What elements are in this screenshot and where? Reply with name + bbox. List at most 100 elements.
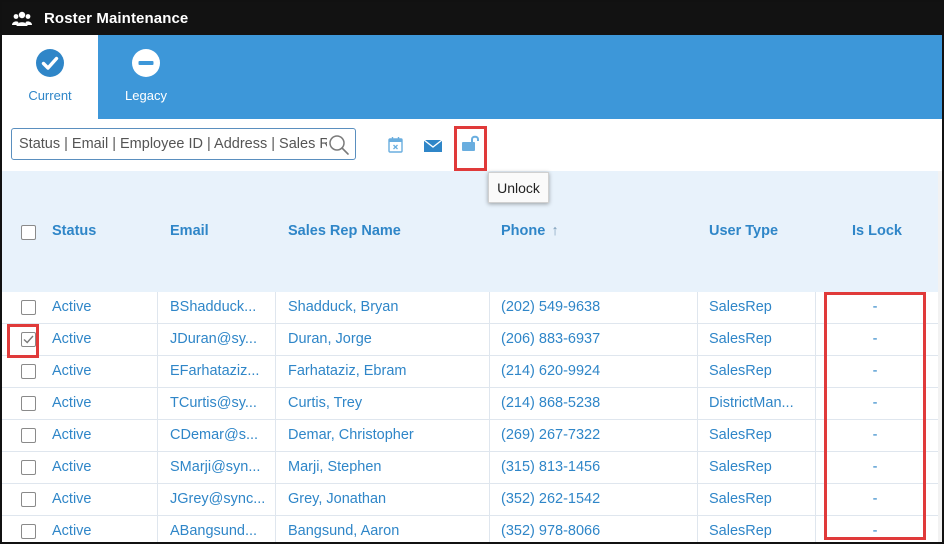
column-divider [815, 516, 816, 542]
search-input[interactable] [19, 136, 327, 152]
column-divider [815, 388, 816, 419]
column-divider [815, 292, 816, 323]
tab-legacy[interactable]: Legacy [98, 35, 194, 119]
column-divider [815, 420, 816, 451]
column-divider [697, 452, 698, 483]
cell-email[interactable]: ABangsund... [170, 516, 270, 542]
cell-user-type: SalesRep [709, 299, 772, 315]
row-checkbox[interactable] [21, 396, 36, 411]
table-row[interactable]: Active BShadduck... Shadduck, Bryan (202) 5… [2, 292, 942, 324]
column-divider [275, 516, 276, 542]
cell-phone: (352) 262-1542 [501, 491, 601, 507]
cell-sales-rep-name[interactable]: Shadduck, Bryan [288, 292, 488, 323]
toolbar [2, 119, 942, 171]
row-checkbox[interactable] [21, 524, 36, 539]
table-row[interactable]: Active ABangsund... Bangsund, Aaron (352) 9… [2, 516, 942, 542]
cell-user-type: SalesRep [709, 523, 772, 539]
tab-current[interactable]: Current [2, 35, 98, 119]
column-header-status[interactable]: Status [52, 223, 96, 239]
tab-legacy-label: Legacy [125, 88, 167, 103]
cell-phone: (352) 978-8066 [501, 523, 601, 539]
cell-email[interactable]: CDemar@s... [170, 420, 270, 451]
column-divider [489, 484, 490, 515]
column-header-sales-rep-name[interactable]: Sales Rep Name [288, 223, 401, 239]
column-divider [275, 452, 276, 483]
row-checkbox[interactable] [21, 428, 36, 443]
cell-status: Active [52, 523, 92, 539]
unlock-tooltip: Unlock [488, 172, 549, 203]
title-bar: Roster Maintenance [2, 2, 942, 35]
vertical-scrollbar[interactable] [938, 171, 942, 542]
cell-phone: (214) 868-5238 [501, 395, 601, 411]
sort-ascending-icon: ↑ [551, 223, 559, 239]
column-divider [489, 420, 490, 451]
column-divider [489, 324, 490, 355]
row-checkbox[interactable] [21, 460, 36, 475]
table-row[interactable]: Active JDuran@sy... Duran, Jorge (206) 883-… [2, 324, 942, 356]
column-divider [489, 516, 490, 542]
tab-bar: Current Legacy [2, 35, 942, 119]
cell-user-type: SalesRep [709, 459, 772, 475]
cell-sales-rep-name[interactable]: Duran, Jorge [288, 324, 488, 355]
row-checkbox[interactable] [21, 300, 36, 315]
search-icon[interactable] [328, 134, 350, 156]
app-title: Roster Maintenance [44, 10, 189, 27]
column-header-is-lock[interactable]: Is Lock [852, 223, 902, 239]
cell-status: Active [52, 363, 92, 379]
column-divider [275, 324, 276, 355]
envelope-icon[interactable] [423, 135, 443, 155]
cell-phone: (214) 620-9924 [501, 363, 601, 379]
cell-sales-rep-name[interactable]: Bangsund, Aaron [288, 516, 488, 542]
column-header-phone-label: Phone [501, 223, 546, 239]
cell-email[interactable]: JGrey@sync... [170, 484, 270, 515]
checked-row-highlight-box [7, 324, 39, 358]
column-divider [489, 292, 490, 323]
table-row[interactable]: Active CDemar@s... Demar, Christopher (269)… [2, 420, 942, 452]
column-header-user-type[interactable]: User Type [709, 223, 778, 239]
cell-sales-rep-name[interactable]: Curtis, Trey [288, 388, 488, 419]
select-all-checkbox[interactable] [21, 225, 36, 240]
table-row[interactable]: Active SMarji@syn... Marji, Stephen (315) 8… [2, 452, 942, 484]
column-divider [489, 452, 490, 483]
cell-status: Active [52, 331, 92, 347]
column-divider [157, 516, 158, 542]
is-lock-column-highlight-box [824, 292, 926, 540]
cell-email[interactable]: SMarji@syn... [170, 452, 270, 483]
table-row[interactable]: Active EFarhataziz... Farhataziz, Ebram (21… [2, 356, 942, 388]
cell-phone: (206) 883-6937 [501, 331, 601, 347]
column-header-email[interactable]: Email [170, 223, 209, 239]
column-divider [157, 420, 158, 451]
column-header-phone[interactable]: Phone ↑ [501, 223, 559, 239]
column-divider [697, 420, 698, 451]
cell-status: Active [52, 299, 92, 315]
cell-email[interactable]: BShadduck... [170, 292, 270, 323]
calendar-x-icon[interactable] [386, 135, 406, 155]
cell-user-type: SalesRep [709, 331, 772, 347]
cell-sales-rep-name[interactable]: Marji, Stephen [288, 452, 488, 483]
table-row[interactable]: Active TCurtis@sy... Curtis, Trey (214) 868… [2, 388, 942, 420]
table-row[interactable]: Active JGrey@sync... Grey, Jonathan (352) 2… [2, 484, 942, 516]
cell-sales-rep-name[interactable]: Farhataziz, Ebram [288, 356, 488, 387]
cell-user-type: SalesRep [709, 363, 772, 379]
cell-email[interactable]: TCurtis@sy... [170, 388, 270, 419]
search-box [11, 128, 356, 160]
cell-email[interactable]: JDuran@sy... [170, 324, 270, 355]
column-divider [157, 292, 158, 323]
cell-user-type: SalesRep [709, 427, 772, 443]
row-checkbox[interactable] [21, 492, 36, 507]
row-checkbox[interactable] [21, 364, 36, 379]
cell-email[interactable]: EFarhataziz... [170, 356, 270, 387]
cell-sales-rep-name[interactable]: Demar, Christopher [288, 420, 488, 451]
cell-phone: (315) 813-1456 [501, 459, 601, 475]
cell-phone: (202) 549-9638 [501, 299, 601, 315]
table-header: Status Email Sales Rep Name Phone ↑ User… [2, 171, 942, 292]
column-divider [697, 356, 698, 387]
column-divider [815, 452, 816, 483]
column-divider [489, 388, 490, 419]
cell-sales-rep-name[interactable]: Grey, Jonathan [288, 484, 488, 515]
column-divider [697, 516, 698, 542]
column-divider [815, 484, 816, 515]
column-divider [815, 324, 816, 355]
column-divider [489, 356, 490, 387]
column-divider [157, 452, 158, 483]
